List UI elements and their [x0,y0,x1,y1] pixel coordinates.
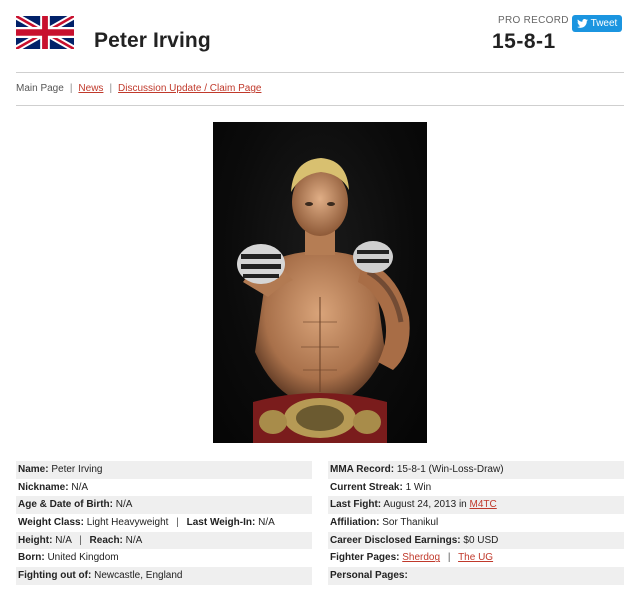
nav-news-link[interactable]: News [78,83,103,94]
fighter-name: Peter Irving [94,29,211,52]
earnings-label: Career Disclosed Earnings: [330,534,461,546]
height-label: Height: [18,534,53,546]
nav-separator: | [69,83,73,94]
nav-discussion-link[interactable]: Discussion Update / Claim Page [118,83,261,94]
nickname-label: Nickname: [18,481,69,493]
breadcrumb-nav: Main Page | News | Discussion Update / C… [16,83,261,94]
born-value: United Kingdom [47,552,119,564]
info-row-mma-record: MMA Record: 15-8-1 (Win-Loss-Draw) [328,461,624,479]
fighter-bio-right: MMA Record: 15-8-1 (Win-Loss-Draw) Curre… [328,461,624,585]
info-row-nickname: Nickname: N/A [16,479,312,497]
the-ug-link[interactable]: The UG [458,552,493,563]
current-streak-value: 1 Win [405,481,432,493]
tweet-button[interactable]: Tweet [572,15,622,32]
twitter-bird-icon [576,19,588,28]
separator: | [447,552,451,564]
last-fight-label: Last Fight: [330,499,382,511]
fighting-out-of-label: Fighting out of: [18,570,92,582]
height-value: N/A [55,534,72,546]
age-value: N/A [115,499,133,511]
info-row-height: Height: N/A | Reach: N/A [16,531,312,550]
info-row-fighting-out-of: Fighting out of: Newcastle, England [16,567,312,585]
mma-record-label: MMA Record: [330,464,395,475]
uk-flag-icon [16,16,74,49]
last-fight-event-link[interactable]: M4TC [470,499,497,510]
name-value: Peter Irving [51,464,103,475]
fighting-out-of-value: Newcastle, England [94,570,183,582]
name-label: Name: [18,464,49,475]
separator: | [79,534,82,546]
weight-class-value: Light Heavyweight [86,517,169,529]
current-streak-label: Current Streak: [330,481,403,493]
pro-record-label: PRO RECORD [498,15,569,26]
info-row-earnings: Career Disclosed Earnings: $0 USD [328,531,624,550]
tweet-label: Tweet [590,18,618,29]
info-row-affiliation: Affiliation: Sor Thanikul [328,514,624,532]
pro-record-value: 15-8-1 [492,30,556,53]
weight-class-label: Weight Class: [18,517,84,529]
info-row-fighter-pages: Fighter Pages: Sherdog | The UG [328,549,624,567]
age-label: Age & Date of Birth: [18,499,113,511]
info-row-personal-pages: Personal Pages: [328,567,624,585]
info-row-weight: Weight Class: Light Heavyweight | Last W… [16,514,312,532]
nav-divider [16,105,624,106]
affiliation-label: Affiliation: [330,517,380,529]
info-row-name: Name: Peter Irving [16,461,312,479]
affiliation-value: Sor Thanikul [382,517,439,529]
fighter-photo [213,122,427,443]
reach-value: N/A [125,534,143,546]
earnings-value: $0 USD [463,534,499,546]
nav-main-page: Main Page [16,83,64,94]
last-weigh-in-value: N/A [258,517,275,529]
sherdog-link[interactable]: Sherdog [402,552,440,563]
info-row-born: Born: United Kingdom [16,549,312,567]
info-row-age: Age & Date of Birth: N/A [16,496,312,515]
header-divider [16,72,624,73]
fighter-photo-illustration [237,158,410,443]
personal-pages-label: Personal Pages: [330,570,408,582]
nav-separator: | [109,83,113,94]
info-row-streak: Current Streak: 1 Win [328,479,624,497]
mma-record-value: 15-8-1 (Win-Loss-Draw) [396,464,504,475]
last-fight-value: August 24, 2013 in [383,499,467,511]
last-weigh-in-label: Last Weigh-In: [186,517,256,529]
fighter-bio-left: Name: Peter Irving Nickname: N/A Age & D… [16,461,312,585]
fighter-pages-label: Fighter Pages: [330,552,400,564]
reach-label: Reach: [89,534,123,546]
info-row-last-fight: Last Fight: August 24, 2013 in M4TC [328,496,624,515]
nickname-value: N/A [71,481,89,493]
separator: | [176,517,179,529]
born-label: Born: [18,552,45,564]
